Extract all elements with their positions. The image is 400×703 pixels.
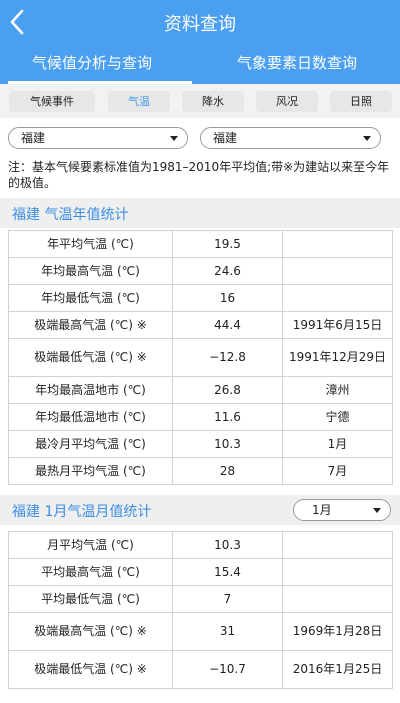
row-label: 最冷月平均气温 (℃) <box>8 430 173 458</box>
table-row: 最热月平均气温 (℃) 28 7月 <box>8 457 393 485</box>
row-value: 10.3 <box>172 531 283 559</box>
row-note: 漳州 <box>282 376 393 404</box>
row-value: −12.8 <box>172 338 283 377</box>
category-wind[interactable]: 风况 <box>256 91 318 112</box>
table-row: 最冷月平均气温 (℃) 10.3 1月 <box>8 430 393 458</box>
row-note: 1991年12月29日 <box>282 338 393 377</box>
station-select-value: 福建 <box>213 131 238 145</box>
province-select[interactable]: 福建 <box>8 127 188 149</box>
table-row: 极端最低气温 (℃) ※ −12.8 1991年12月29日 <box>8 338 393 377</box>
row-note: 1月 <box>282 430 393 458</box>
row-label: 月平均气温 (℃) <box>8 531 173 559</box>
category-precipitation[interactable]: 降水 <box>182 91 244 112</box>
category-sunshine[interactable]: 日照 <box>330 91 392 112</box>
row-label: 极端最低气温 (℃) ※ <box>8 650 173 689</box>
row-note: 2016年1月25日 <box>282 650 393 689</box>
row-value: 31 <box>172 612 283 651</box>
province-select-value: 福建 <box>21 131 46 145</box>
tab-bar: 气候值分析与查询 气象要素日数查询 <box>0 44 400 84</box>
category-climate-events[interactable]: 气候事件 <box>9 91 95 112</box>
row-label: 极端最高气温 (℃) ※ <box>8 612 173 651</box>
row-label: 年均最低气温 (℃) <box>8 284 173 312</box>
row-value: 10.3 <box>172 430 283 458</box>
month-select[interactable]: 1月 <box>293 499 391 521</box>
row-label: 极端最低气温 (℃) ※ <box>8 338 173 377</box>
row-note <box>282 257 393 285</box>
row-note <box>282 230 393 258</box>
table-row: 年均最低温地市 (℃) 11.6 宁德 <box>8 403 393 431</box>
row-note: 宁德 <box>282 403 393 431</box>
tab-climate-analysis[interactable]: 气候值分析与查询 <box>32 52 152 73</box>
table-row: 极端最高气温 (℃) ※ 44.4 1991年6月15日 <box>8 311 393 339</box>
table-row: 极端最高气温 (℃) ※ 31 1969年1月28日 <box>8 612 393 651</box>
month-select-value: 1月 <box>312 503 332 517</box>
row-note <box>282 284 393 312</box>
row-note <box>282 585 393 613</box>
row-note: 1969年1月28日 <box>282 612 393 651</box>
table-row: 年均最低气温 (℃) 16 <box>8 284 393 312</box>
row-label: 年均最高气温 (℃) <box>8 257 173 285</box>
row-note <box>282 558 393 586</box>
monthly-stats-table: 月平均气温 (℃) 10.3 平均最高气温 (℃) 15.4 平均最低气温 (℃) 7 极端… <box>8 531 393 689</box>
row-value: 24.6 <box>172 257 283 285</box>
row-value: 44.4 <box>172 311 283 339</box>
row-label: 年均最高温地市 (℃) <box>8 376 173 404</box>
annual-section-title: 福建 气温年值统计 <box>12 207 129 223</box>
annual-section-header: 福建 气温年值统计 <box>0 198 400 228</box>
table-row: 年均最高气温 (℃) 24.6 <box>8 257 393 285</box>
note-text: 注：基本气候要素标准值为1981–2010年平均值;带※为建站以来至今年的极值。 <box>8 160 390 190</box>
table-row: 月平均气温 (℃) 10.3 <box>8 531 393 559</box>
chevron-down-icon <box>363 136 371 141</box>
table-row: 极端最低气温 (℃) ※ −10.7 2016年1月25日 <box>8 650 393 689</box>
row-value: −10.7 <box>172 650 283 689</box>
row-label: 平均最低气温 (℃) <box>8 585 173 613</box>
page-title: 资料查询 <box>164 14 236 35</box>
row-label: 平均最高气温 (℃) <box>8 558 173 586</box>
row-value: 11.6 <box>172 403 283 431</box>
row-label: 极端最高气温 (℃) ※ <box>8 311 173 339</box>
table-row: 年平均气温 (℃) 19.5 <box>8 230 393 258</box>
station-select[interactable]: 福建 <box>200 127 381 149</box>
tab-element-days[interactable]: 气象要素日数查询 <box>237 52 357 73</box>
category-bar: 气候事件 气温 降水 风况 日照 <box>0 84 400 118</box>
chevron-down-icon <box>170 136 178 141</box>
row-note <box>282 531 393 559</box>
chevron-down-icon <box>373 508 381 513</box>
row-value: 26.8 <box>172 376 283 404</box>
row-value: 28 <box>172 457 283 485</box>
table-row: 平均最高气温 (℃) 15.4 <box>8 558 393 586</box>
row-value: 19.5 <box>172 230 283 258</box>
annual-stats-table: 年平均气温 (℃) 19.5 年均最高气温 (℃) 24.6 年均最低气温 (℃) 16 极… <box>8 230 393 485</box>
row-label: 年平均气温 (℃) <box>8 230 173 258</box>
row-note: 1991年6月15日 <box>282 311 393 339</box>
table-row: 平均最低气温 (℃) 7 <box>8 585 393 613</box>
row-value: 15.4 <box>172 558 283 586</box>
category-temperature[interactable]: 气温 <box>108 91 170 112</box>
row-value: 7 <box>172 585 283 613</box>
row-label: 最热月平均气温 (℃) <box>8 457 173 485</box>
row-note: 7月 <box>282 457 393 485</box>
monthly-section-title: 福建 1月气温月值统计 <box>12 504 152 520</box>
table-row: 年均最高温地市 (℃) 26.8 漳州 <box>8 376 393 404</box>
row-value: 16 <box>172 284 283 312</box>
row-label: 年均最低温地市 (℃) <box>8 403 173 431</box>
app-header: 资料查询 <box>0 0 400 44</box>
